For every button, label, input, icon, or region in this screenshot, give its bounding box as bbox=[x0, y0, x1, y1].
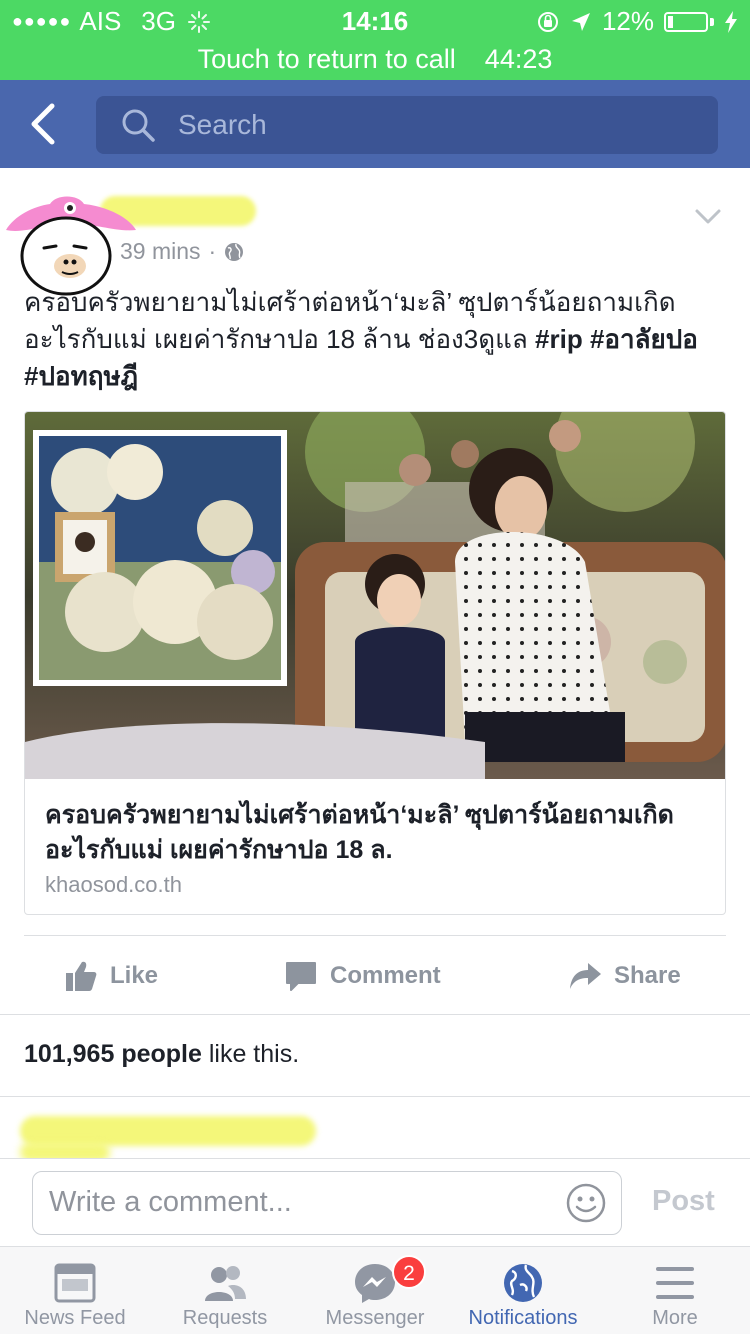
charging-bolt-icon bbox=[725, 10, 737, 33]
tab-notifications[interactable]: Notifications bbox=[448, 1247, 598, 1334]
likes-suffix: like this. bbox=[201, 1040, 300, 1068]
requests-icon bbox=[205, 1266, 246, 1301]
tab-requests[interactable]: Requests bbox=[150, 1247, 300, 1334]
search-icon bbox=[122, 109, 155, 142]
nav-bar: Search bbox=[0, 80, 750, 168]
action-divider-top bbox=[24, 935, 726, 936]
comment-input[interactable]: Write a comment... bbox=[32, 1171, 622, 1235]
post-options-chevron-icon[interactable] bbox=[694, 208, 722, 226]
emoji-smiley-icon[interactable] bbox=[565, 1182, 607, 1224]
messenger-icon bbox=[355, 1264, 395, 1303]
tab-label-more: More bbox=[652, 1307, 698, 1329]
link-preview-card[interactable]: ครอบครัวพยายามไม่เศร้าต่อหน้า‘มะลิ’ ซุปต… bbox=[24, 411, 726, 915]
tab-label-messenger: Messenger bbox=[325, 1307, 425, 1329]
battery-icon bbox=[664, 11, 708, 32]
news-feed-icon bbox=[54, 1263, 96, 1303]
return-to-call-banner[interactable]: Touch to return to call 44:23 bbox=[0, 40, 750, 80]
comment-placeholder: Write a comment... bbox=[49, 1186, 292, 1218]
share-button[interactable]: Share bbox=[568, 956, 681, 996]
messenger-badge: 2 bbox=[392, 1255, 426, 1289]
redacted-comment-fragment bbox=[20, 1142, 110, 1158]
action-divider-bottom bbox=[0, 1014, 750, 1015]
comments-divider bbox=[0, 1096, 750, 1097]
menu-icon bbox=[656, 1267, 694, 1299]
comment-label: Comment bbox=[330, 962, 441, 989]
status-right: 12% bbox=[536, 6, 738, 37]
like-button[interactable]: Like bbox=[64, 956, 158, 996]
search-placeholder: Search bbox=[178, 109, 267, 140]
like-label: Like bbox=[110, 962, 159, 989]
share-arrow-icon bbox=[570, 963, 601, 989]
post-time[interactable]: 39 mins bbox=[120, 238, 201, 265]
likes-count: 101,965 people bbox=[24, 1040, 202, 1068]
status-bar: ●●●●● AIS 3G 14:16 12% bbox=[0, 0, 750, 40]
tab-bar: News Feed Requests 2 Messenger Notificat… bbox=[0, 1246, 750, 1334]
share-label: Share bbox=[614, 962, 681, 989]
post-comment-button[interactable]: Post bbox=[652, 1185, 715, 1218]
meta-separator: · bbox=[208, 238, 217, 264]
post-meta: 39 mins · bbox=[120, 238, 244, 265]
battery-tip bbox=[710, 17, 714, 26]
tab-label-requests: Requests bbox=[182, 1307, 268, 1329]
likes-summary[interactable]: 101,965 people like this. bbox=[24, 1040, 299, 1069]
location-arrow-icon bbox=[571, 12, 590, 31]
comment-bubble-icon bbox=[286, 962, 316, 991]
comment-composer: Write a comment... Post bbox=[0, 1158, 750, 1246]
link-title[interactable]: ครอบครัวพยายามไม่เศร้าต่อหน้า‘มะลิ’ ซุปต… bbox=[45, 798, 705, 868]
tab-more[interactable]: More bbox=[600, 1247, 750, 1334]
hashtag-alai-por[interactable]: #อาลัยปอ bbox=[590, 324, 698, 354]
link-domain: khaosod.co.th bbox=[45, 872, 182, 897]
link-preview-image[interactable] bbox=[25, 412, 726, 779]
post-body-text: ครอบครัวพยายามไม่เศร้าต่อหน้า‘มะลิ’ ซุปต… bbox=[24, 284, 730, 395]
author-avatar[interactable] bbox=[4, 184, 136, 296]
hashtag-rip[interactable]: #rip bbox=[535, 324, 583, 354]
call-duration: 44:23 bbox=[484, 44, 553, 74]
search-input[interactable]: Search bbox=[96, 96, 718, 154]
tab-messenger[interactable]: 2 Messenger bbox=[300, 1247, 450, 1334]
back-chevron-icon[interactable] bbox=[24, 98, 64, 150]
tab-news-feed[interactable]: News Feed bbox=[0, 1247, 150, 1334]
post-card: 39 mins · ครอบครัวพยายามไม่เศร้าต่อหน้า‘… bbox=[0, 168, 750, 1158]
rotation-lock-icon bbox=[537, 11, 558, 32]
globe-icon bbox=[504, 1264, 542, 1302]
public-globe-icon bbox=[225, 242, 244, 261]
battery-percent: 12% bbox=[601, 6, 654, 36]
tab-label-notifications: Notifications bbox=[468, 1307, 578, 1329]
call-banner-text: Touch to return to call bbox=[197, 44, 456, 74]
comment-button[interactable]: Comment bbox=[284, 956, 441, 996]
tab-label-news-feed: News Feed bbox=[24, 1307, 126, 1329]
like-thumb-icon bbox=[66, 961, 97, 991]
hashtag-por-thrisadee[interactable]: #ปอทฤษฎี bbox=[24, 361, 138, 391]
